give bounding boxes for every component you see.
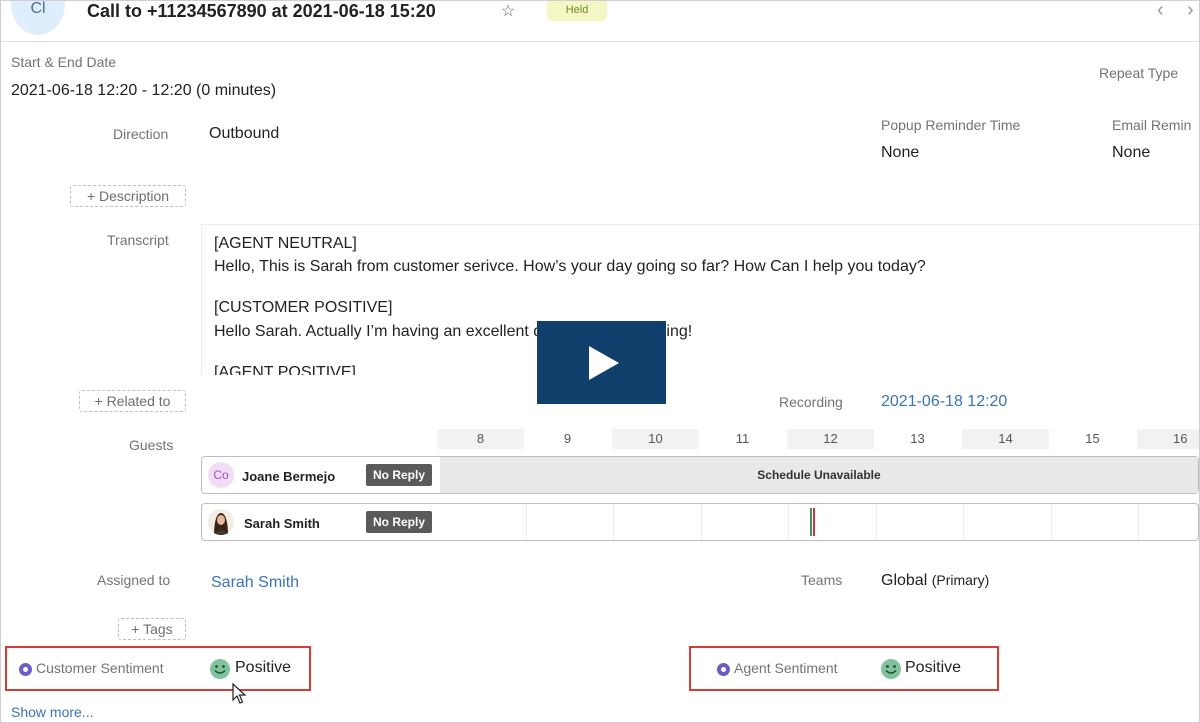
timeline-hour: 14 [962, 429, 1049, 449]
teams-label: Teams [801, 572, 843, 588]
guest-row: Sarah Smith No Reply [201, 503, 1199, 541]
status-badge: Held [547, 1, 607, 21]
customer-sentiment-value: Positive [235, 659, 292, 676]
current-time-marker [810, 508, 812, 536]
teams-value: Global (Primary) [881, 572, 989, 590]
transcript-line: [AGENT POSITIVE] [214, 364, 356, 375]
recording-link[interactable]: 2021-06-18 12:20 [881, 393, 1007, 411]
avatar-initials: Cl [30, 0, 46, 17]
recording-label: Recording [779, 394, 843, 410]
customer-sentiment-label: Customer Sentiment [36, 660, 164, 676]
star-icon[interactable]: ☆ [501, 1, 515, 21]
guest-avatar-photo [208, 509, 234, 535]
email-reminder-value[interactable]: None [1112, 144, 1150, 162]
record-avatar: Cl [11, 0, 65, 35]
timeline-gridline [788, 504, 789, 540]
timeline-hour: 16 [1137, 429, 1199, 449]
add-tags-button[interactable]: + Tags [118, 618, 186, 640]
smile-icon [210, 659, 230, 679]
video-play-button[interactable] [537, 321, 666, 404]
guest-name: Joane Bermejo [242, 469, 336, 484]
guest-avatar: Co [208, 462, 234, 488]
direction-value: Outbound [209, 125, 280, 142]
timeline-gridline [1138, 504, 1139, 540]
agent-sentiment-box: Agent Sentiment Positive [689, 646, 999, 691]
mouse-cursor-icon [232, 683, 246, 704]
sentiment-dot-icon [717, 663, 730, 676]
transcript-line: [AGENT NEUTRAL] [214, 235, 357, 252]
play-icon [589, 346, 619, 380]
email-reminder-label: Email Remin [1112, 117, 1192, 133]
customer-sentiment-box: Customer Sentiment Positive [5, 646, 311, 691]
assigned-user-link[interactable]: Sarah Smith [211, 574, 299, 592]
timeline-hour: 13 [910, 431, 925, 446]
transcript-box[interactable]: [AGENT NEUTRAL] Hello, This is Sarah fro… [201, 224, 1199, 375]
chevron-right-icon[interactable]: › [1187, 1, 1194, 22]
assigned-label: Assigned to [97, 572, 171, 588]
call-record-window: Cl Call to +11234567890 at 2021-06-18 15… [0, 0, 1200, 723]
schedule-unavailable-bar: Schedule Unavailable [440, 457, 1198, 493]
person-icon [208, 509, 234, 535]
timeline-hour: 12 [787, 429, 874, 449]
transcript-line: [CUSTOMER POSITIVE] [214, 299, 393, 316]
show-more-link[interactable]: Show more... [11, 704, 93, 720]
transcript-label: Transcript [107, 232, 169, 248]
sentiment-dot-icon [19, 663, 32, 676]
direction-label: Direction [113, 126, 169, 142]
team-name: Global [881, 572, 928, 589]
guest-name: Sarah Smith [244, 516, 320, 531]
timeline-hour: 10 [612, 429, 699, 449]
timeline-gridline [526, 504, 527, 540]
timeline-gridline [613, 504, 614, 540]
timeline-gridline [876, 504, 877, 540]
timeline-gridline [1051, 504, 1052, 540]
repeat-type-label: Repeat Type [1099, 65, 1179, 81]
guests-label: Guests [129, 437, 174, 453]
add-description-button[interactable]: + Description [70, 185, 186, 207]
timeline-hour: 11 [735, 431, 750, 446]
agent-sentiment-label: Agent Sentiment [734, 660, 838, 676]
event-time-marker [813, 508, 815, 536]
smile-icon [881, 659, 901, 679]
agent-sentiment-value: Positive [905, 659, 962, 676]
guest-row: Co Joane Bermejo No Reply Schedule Unava… [201, 456, 1199, 494]
record-title: Call to +11234567890 at 2021-06-18 15:20 [87, 1, 436, 21]
add-related-button[interactable]: + Related to [79, 390, 186, 412]
timeline-gridline [963, 504, 964, 540]
chevron-left-icon[interactable]: ‹ [1157, 1, 1164, 22]
popup-reminder-value[interactable]: None [881, 144, 919, 162]
guest-status-badge: No Reply [366, 511, 432, 533]
popup-reminder-label: Popup Reminder Time [881, 117, 1021, 133]
timeline-hour: 9 [563, 431, 572, 446]
start-end-value: 2021-06-18 12:20 - 12:20 (0 minutes) [11, 82, 277, 99]
team-primary-note: (Primary) [931, 572, 990, 588]
record-header: Cl Call to +11234567890 at 2021-06-18 15… [1, 1, 1199, 42]
start-end-label: Start & End Date [11, 54, 117, 70]
transcript-line: Hello, This is Sarah from customer seriv… [214, 258, 926, 275]
timeline-gridline [701, 504, 702, 540]
timeline-hour: 15 [1085, 431, 1100, 446]
timeline-hour: 8 [437, 429, 524, 449]
guest-status-badge: No Reply [366, 464, 432, 486]
